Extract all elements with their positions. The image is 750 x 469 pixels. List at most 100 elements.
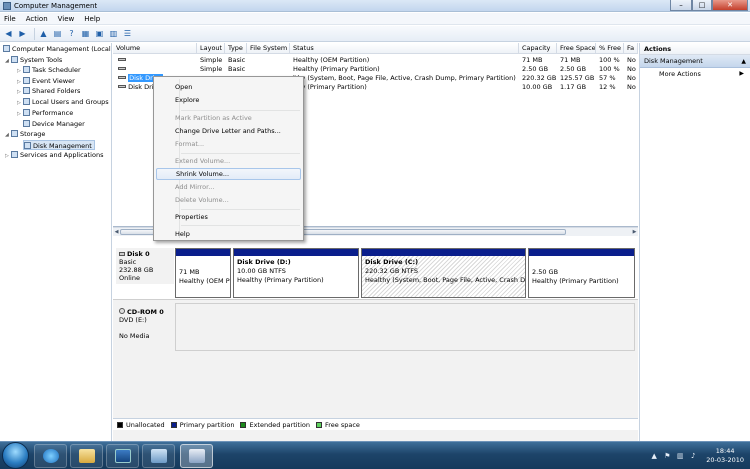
capacity-cell: 2.50 GB <box>522 65 549 73</box>
scroll-right-icon[interactable]: ▶ <box>631 228 638 236</box>
performance-icon <box>23 109 30 116</box>
menu-separator <box>181 225 300 226</box>
tree-item-services-and-applications[interactable]: ▷ Services and Applications <box>5 150 103 160</box>
menu-item-extend-volume[interactable]: Extend Volume... <box>156 155 301 167</box>
volume-row[interactable]: Simple Basic Healthy (Primary Partition)… <box>113 65 638 74</box>
column-capacity[interactable]: Capacity <box>519 43 557 54</box>
column-fault-tolerance[interactable]: Fa <box>624 43 638 54</box>
tree-item-storage[interactable]: ◢ Storage <box>5 129 45 139</box>
menu-item-delete-volume[interactable]: Delete Volume... <box>156 194 301 206</box>
volume-icon <box>118 67 126 70</box>
cdrom-type: DVD (E:) <box>119 316 147 324</box>
column-file-system[interactable]: File System <box>247 43 290 54</box>
menu-separator <box>181 153 300 154</box>
legend-free-space: Free space <box>316 421 360 429</box>
disk0-name: Disk 0 <box>127 250 150 258</box>
disk0-label[interactable]: Disk 0 Basic 232.88 GB Online <box>116 248 174 284</box>
volume-cell <box>115 56 199 65</box>
partition-c[interactable]: Disk Drive (C:) 220.32 GB NTFS Healthy (… <box>361 248 526 298</box>
cdrom-volume-box[interactable] <box>175 303 635 351</box>
tree-item-performance[interactable]: ▷ Performance <box>17 108 73 118</box>
column-volume[interactable]: Volume <box>113 43 197 54</box>
internet-explorer-icon <box>42 449 59 463</box>
volume-icon[interactable]: ♪ <box>689 452 697 460</box>
more-actions-item[interactable]: More Actions ▶ <box>640 68 750 80</box>
tree-item-system-tools[interactable]: ◢ System Tools <box>5 55 62 65</box>
column-status[interactable]: Status <box>290 43 519 54</box>
actions-header: Actions <box>640 43 750 55</box>
menu-item-format[interactable]: Format... <box>156 138 301 150</box>
menu-item-open[interactable]: Open <box>156 81 301 93</box>
volume-cell <box>115 65 199 74</box>
flag-icon[interactable]: ⚑ <box>663 452 671 460</box>
taskbar-network-button[interactable] <box>142 444 175 468</box>
menu-file[interactable]: File <box>4 15 16 23</box>
list-icon[interactable]: ☰ <box>122 28 133 39</box>
menu-item-change-drive-letter[interactable]: Change Drive Letter and Paths... <box>156 125 301 137</box>
menu-item-properties[interactable]: Properties <box>156 211 301 223</box>
view-icon[interactable]: ▥ <box>108 28 119 39</box>
network-status-icon[interactable]: ▥ <box>676 452 684 460</box>
tree-item-disk-management[interactable]: Disk Management <box>23 140 95 150</box>
show-hidden-icons-icon[interactable]: ▲ <box>650 452 658 460</box>
legend-extended: Extended partition <box>240 421 310 429</box>
collapse-up-icon[interactable]: ▲ <box>741 55 746 68</box>
cdrom-label[interactable]: CD-ROM 0 DVD (E:) No Media <box>116 306 174 342</box>
menu-action[interactable]: Action <box>26 15 48 23</box>
column-layout[interactable]: Layout <box>197 43 225 54</box>
tree-item-device-manager[interactable]: Device Manager <box>23 119 85 129</box>
column-type[interactable]: Type <box>225 43 247 54</box>
scroll-left-icon[interactable]: ◀ <box>113 228 120 236</box>
taskbar-desktop-button[interactable] <box>106 444 139 468</box>
menu-view[interactable]: View <box>58 15 75 23</box>
disk0-type: Basic <box>119 258 137 266</box>
maximize-button[interactable]: □ <box>692 0 712 11</box>
disk-graphical-view: Disk 0 Basic 232.88 GB Online 71 MB Heal… <box>113 242 638 441</box>
users-icon <box>23 98 30 105</box>
actions-section-disk-management[interactable]: Disk Management ▲ <box>640 55 750 68</box>
column-percent-free[interactable]: % Free <box>596 43 624 54</box>
rescan-icon[interactable]: ▣ <box>94 28 105 39</box>
taskbar-explorer-button[interactable] <box>70 444 103 468</box>
partition-oem[interactable]: 71 MB Healthy (OEM P <box>175 248 231 298</box>
percent-cell: 100 % <box>599 65 620 73</box>
taskbar: ▲ ⚑ ▥ ♪ 18:44 20-03-2010 <box>0 441 750 469</box>
submenu-arrow-icon: ▶ <box>739 70 744 77</box>
show-hide-tree-icon[interactable]: ▤ <box>52 28 63 39</box>
capacity-cell: 71 MB <box>522 56 543 64</box>
tree-item-local-users[interactable]: ▷ Local Users and Groups <box>17 97 109 107</box>
partition-size: 10.00 GB NTFS <box>237 267 286 275</box>
menu-help[interactable]: Help <box>84 15 100 23</box>
tree-item-event-viewer[interactable]: ▷ Event Viewer <box>17 76 75 86</box>
cdrom-name-line: CD-ROM 0 <box>119 308 171 316</box>
menu-item-shrink-volume[interactable]: Shrink Volume... <box>156 168 301 180</box>
up-folder-icon[interactable]: ▲ <box>38 28 49 39</box>
forward-arrow-icon[interactable]: ▶ <box>17 28 28 39</box>
tree-item-computer-management[interactable]: Computer Management (Local <box>3 44 111 54</box>
start-button[interactable] <box>2 442 29 469</box>
tree-item-task-scheduler[interactable]: ▷ Task Scheduler <box>17 65 81 75</box>
menu-item-add-mirror[interactable]: Add Mirror... <box>156 181 301 193</box>
help-icon[interactable]: ? <box>66 28 77 39</box>
partition-title: Disk Drive (D:) <box>237 258 291 266</box>
partition-recovery[interactable]: 2.50 GB Healthy (Primary Partition) <box>528 248 635 298</box>
menu-item-mark-active[interactable]: Mark Partition as Active <box>156 112 301 124</box>
taskbar-computer-management-button[interactable] <box>180 444 213 468</box>
properties-icon[interactable]: ▦ <box>80 28 91 39</box>
clock-date: 20-03-2010 <box>706 456 744 464</box>
volume-row[interactable]: Simple Basic Healthy (OEM Partition) 71 … <box>113 56 638 65</box>
primary-partition-bar <box>529 249 634 256</box>
partition-d[interactable]: Disk Drive (D:) 10.00 GB NTFS Healthy (P… <box>233 248 359 298</box>
close-button[interactable]: ✕ <box>712 0 748 11</box>
device-manager-icon <box>23 120 30 127</box>
taskbar-ie-button[interactable] <box>34 444 67 468</box>
menu-item-help[interactable]: Help <box>156 228 301 240</box>
menu-item-explore[interactable]: Explore <box>156 94 301 106</box>
tree-item-shared-folders[interactable]: ▷ Shared Folders <box>17 86 80 96</box>
column-free-space[interactable]: Free Space <box>557 43 596 54</box>
minimize-button[interactable]: – <box>670 0 692 11</box>
clock[interactable]: 18:44 20-03-2010 <box>706 447 744 465</box>
legend-swatch <box>117 421 123 428</box>
percent-cell: 12 % <box>599 83 616 91</box>
back-arrow-icon[interactable]: ◀ <box>3 28 14 39</box>
